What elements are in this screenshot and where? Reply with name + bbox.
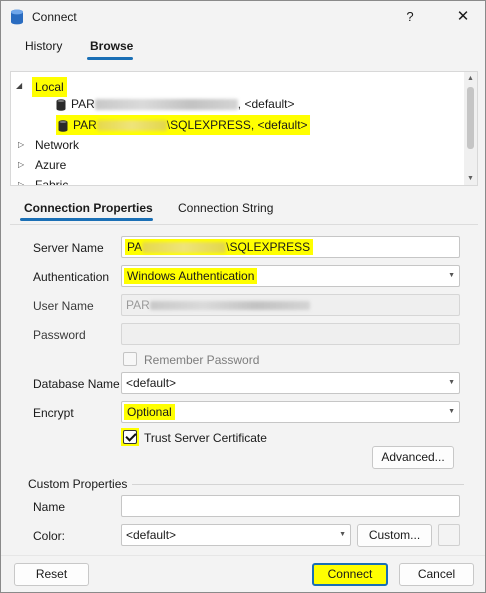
remember-password-checkbox[interactable] xyxy=(123,352,137,366)
cancel-button[interactable]: Cancel xyxy=(399,563,474,586)
collapsed-arrow-icon[interactable]: ▷ xyxy=(18,156,24,174)
trust-server-certificate-label: Trust Server Certificate xyxy=(144,431,267,445)
redacted-text xyxy=(94,99,238,111)
scroll-up-arrow-icon[interactable]: ▲ xyxy=(464,72,477,85)
server1-name-prefix: PAR xyxy=(71,97,95,111)
server1-name-suffix: , <default> xyxy=(237,97,295,111)
tab-history[interactable]: History xyxy=(25,39,62,53)
reset-button[interactable]: Reset xyxy=(14,563,89,586)
authentication-value: Windows Authentication xyxy=(124,268,258,284)
database-icon xyxy=(58,120,68,132)
connect-button[interactable]: Connect xyxy=(312,563,388,586)
tab-browse[interactable]: Browse xyxy=(90,39,133,53)
database-name-label: Database Name xyxy=(33,377,120,391)
close-button[interactable]: ✕ xyxy=(449,5,477,29)
dropdown-arrow-icon[interactable]: ▼ xyxy=(448,266,455,286)
collapsed-arrow-icon[interactable]: ▷ xyxy=(18,136,24,154)
server-name-input[interactable]: PA \SQLEXPRESS xyxy=(121,236,460,258)
tree-label-local: Local xyxy=(32,77,67,97)
remember-password-label: Remember Password xyxy=(144,353,260,367)
redacted-text xyxy=(142,242,227,254)
expanded-arrow-icon[interactable]: ◢ xyxy=(16,77,22,95)
scroll-down-arrow-icon[interactable]: ▼ xyxy=(464,172,477,185)
tree-label-network: Network xyxy=(35,138,80,152)
username-input[interactable]: PAR xyxy=(121,294,460,316)
database-name-value: <default> xyxy=(126,376,177,390)
username-prefix: PAR xyxy=(126,298,150,312)
color-label: Color: xyxy=(33,529,66,543)
redacted-text xyxy=(96,120,167,132)
database-name-select[interactable]: <default> ▼ xyxy=(121,372,460,394)
server-name-highlight: PA \SQLEXPRESS xyxy=(125,239,314,255)
help-button[interactable]: ? xyxy=(396,5,424,29)
collapsed-arrow-icon[interactable]: ▷ xyxy=(18,176,24,185)
advanced-button[interactable]: Advanced... xyxy=(372,446,454,469)
custom-properties-title: Custom Properties xyxy=(28,477,128,491)
authentication-select[interactable]: Windows Authentication ▼ xyxy=(121,265,460,287)
encrypt-label: Encrypt xyxy=(33,406,74,420)
password-label: Password xyxy=(33,328,86,342)
database-app-icon xyxy=(11,9,23,25)
redacted-text xyxy=(149,301,310,311)
authentication-label: Authentication xyxy=(33,270,110,284)
database-icon xyxy=(56,99,66,111)
dropdown-arrow-icon[interactable]: ▼ xyxy=(448,373,455,393)
server-name-prefix: PA xyxy=(127,240,143,254)
custom-color-button[interactable]: Custom... xyxy=(357,524,432,547)
tree-node-server-sqlexpress[interactable]: PAR \SQLEXPRESS, <default> xyxy=(56,115,310,135)
dropdown-arrow-icon[interactable]: ▼ xyxy=(339,525,346,545)
window-title: Connect xyxy=(32,10,77,24)
group-divider xyxy=(132,484,464,485)
tab-connection-properties[interactable]: Connection Properties xyxy=(24,201,153,215)
username-label: User Name xyxy=(33,299,94,313)
tree-label-azure: Azure xyxy=(35,158,67,172)
tab-divider xyxy=(10,224,478,225)
server2-name-prefix: PAR xyxy=(73,118,97,132)
password-input[interactable] xyxy=(121,323,460,345)
encrypt-select[interactable]: Optional ▼ xyxy=(121,401,460,423)
color-select[interactable]: <default> ▼ xyxy=(121,524,351,546)
tree-scrollbar[interactable]: ▲ ▼ xyxy=(464,72,477,185)
footer-divider xyxy=(1,555,485,556)
server2-name-suffix: \SQLEXPRESS, <default> xyxy=(166,118,308,132)
tab-browse-indicator xyxy=(87,57,133,60)
color-preview-swatch xyxy=(438,524,460,546)
selected-highlight: PAR \SQLEXPRESS, <default> xyxy=(56,115,310,135)
tab-connection-string[interactable]: Connection String xyxy=(178,201,273,215)
server-name-label: Server Name xyxy=(33,241,104,255)
encrypt-value: Optional xyxy=(124,404,175,420)
server-tree[interactable]: ◢ Local PAR , <default> PAR \SQLEXPRESS, <… xyxy=(10,71,478,186)
trust-server-certificate-checkbox[interactable] xyxy=(123,430,137,444)
tab-properties-indicator xyxy=(20,218,153,221)
scrollbar-thumb[interactable] xyxy=(467,87,474,149)
server-name-suffix: \SQLEXPRESS xyxy=(226,240,311,254)
color-value: <default> xyxy=(126,528,177,542)
tree-label-fabric: Fabric xyxy=(35,178,69,186)
dropdown-arrow-icon[interactable]: ▼ xyxy=(448,402,455,422)
tree-node-server-default[interactable]: PAR , <default> xyxy=(56,95,295,113)
connect-dialog: Connect ? ✕ History Browse ◢ Local PAR , … xyxy=(0,0,486,593)
custom-name-input[interactable] xyxy=(121,495,460,517)
title-bar: Connect ? ✕ xyxy=(1,1,485,33)
custom-name-label: Name xyxy=(33,500,66,514)
